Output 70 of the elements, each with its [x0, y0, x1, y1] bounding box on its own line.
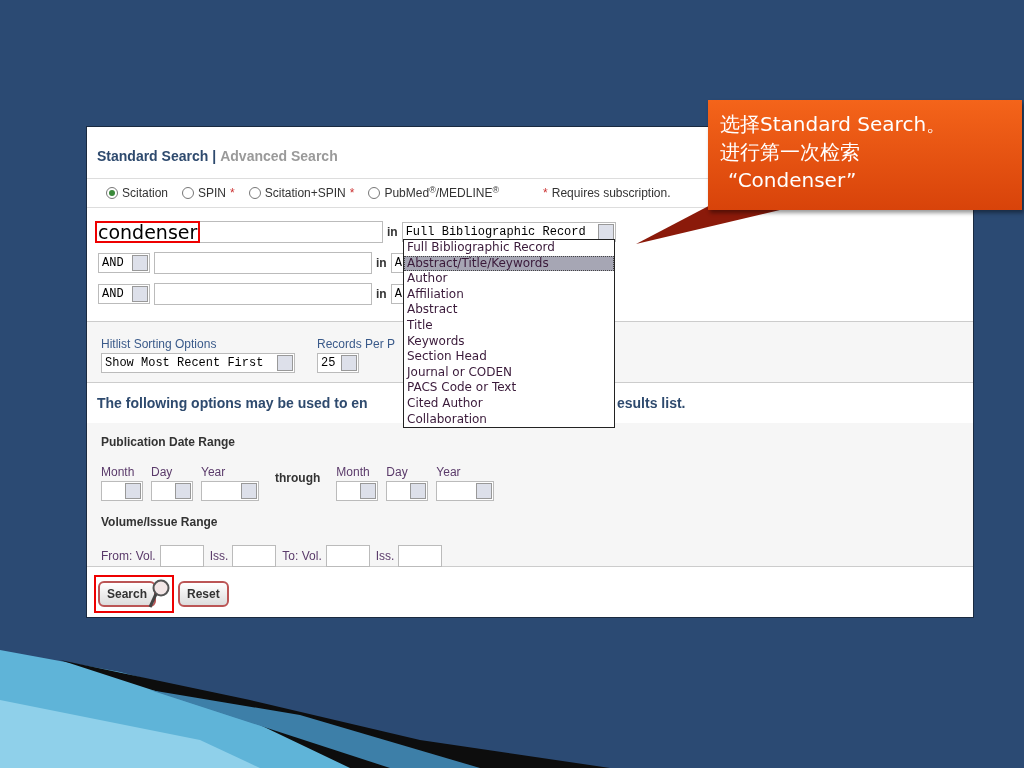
radio-button[interactable] [248, 187, 261, 199]
radio-label: Scitation+SPIN [264, 185, 346, 202]
required-mark: * [230, 185, 235, 202]
radio-button[interactable] [182, 187, 195, 199]
volume-field[interactable] [232, 545, 277, 567]
in-label: in [376, 286, 387, 303]
section-title: Volume/Issue Range [101, 514, 218, 531]
required-mark: * [349, 185, 355, 202]
field-label: Year [436, 464, 461, 481]
through-label: through [275, 470, 321, 487]
reset-button[interactable]: Reset [178, 581, 229, 607]
search-field[interactable] [154, 283, 372, 305]
menu-option[interactable]: PACS Code or Text [404, 380, 614, 396]
menu-option[interactable]: Section Head [404, 349, 614, 365]
menu-option[interactable]: Title [404, 317, 614, 334]
menu-option[interactable]: Cited Author [404, 395, 614, 412]
callout-text: 选择Standard Search。 [720, 111, 947, 138]
radio-button[interactable] [106, 187, 118, 199]
in-label: in [376, 255, 387, 272]
search-icon [148, 579, 171, 609]
search-button[interactable]: Search [98, 581, 157, 607]
field-label: Iss. [375, 548, 395, 565]
volume-field[interactable] [159, 545, 204, 567]
field-label: Year [201, 464, 226, 481]
menu-option[interactable]: Affiliation [404, 286, 614, 303]
menu-option[interactable]: Journal or CODEN [404, 364, 614, 381]
operator-dropdown[interactable]: AND [98, 253, 150, 273]
required-mark: * [543, 185, 548, 202]
date-dropdown[interactable] [336, 481, 379, 501]
operator-dropdown[interactable]: AND [98, 284, 150, 304]
field-label: Records Per P [317, 336, 396, 353]
menu-option[interactable]: Abstract/Title/Keywords [404, 255, 614, 272]
search-field[interactable]: condenser [96, 221, 383, 243]
menu-option[interactable]: Author [404, 271, 614, 287]
date-dropdown[interactable] [151, 481, 193, 501]
date-dropdown[interactable] [436, 481, 495, 501]
tab[interactable]: Standard Search [97, 146, 209, 178]
callout-text: “Condenser” [727, 167, 857, 194]
callout-text: 进行第一次检索 [720, 139, 860, 166]
field-label: To: Vol. [282, 548, 322, 565]
radio-button[interactable] [368, 187, 381, 199]
options-text: esults list. [617, 394, 686, 413]
date-dropdown[interactable] [386, 481, 429, 501]
records-dropdown[interactable]: 25 [317, 353, 359, 373]
date-dropdown[interactable] [101, 481, 143, 501]
volume-field[interactable] [398, 545, 443, 567]
date-dropdown[interactable] [201, 481, 259, 501]
radio-label: PubMed$^{®}$/MEDLINE$^{®}$ [384, 184, 500, 202]
field-label: Day [386, 464, 408, 481]
tab-separator: | [212, 147, 217, 166]
field-label: Iss. [209, 548, 229, 565]
options-text: The following options may be used to en [97, 395, 368, 411]
radio-label: SPIN [198, 185, 227, 202]
menu-option[interactable]: Keywords [404, 333, 614, 350]
field-label: Month [336, 464, 370, 481]
field-label: From: Vol. [101, 548, 156, 565]
menu-option[interactable]: Full Bibliographic Record [404, 240, 614, 256]
field-label: Month [101, 464, 135, 481]
menu-option[interactable]: Abstract [404, 302, 614, 318]
field-dropdown[interactable]: Full Bibliographic Record [401, 222, 616, 242]
radio-label: Scitation [122, 185, 169, 202]
menu-option[interactable]: Collaboration [404, 411, 614, 428]
section-title: Publication Date Range [101, 434, 237, 451]
field-label: Hitlist Sorting Options [101, 336, 217, 353]
volume-field[interactable] [325, 545, 370, 567]
search-field[interactable] [154, 252, 372, 274]
sorting-dropdown[interactable]: Show Most Recent First [101, 353, 295, 373]
in-label: in [387, 224, 398, 241]
field-label: Day [151, 464, 173, 481]
subscription-note: Requires subscription. [551, 185, 671, 202]
